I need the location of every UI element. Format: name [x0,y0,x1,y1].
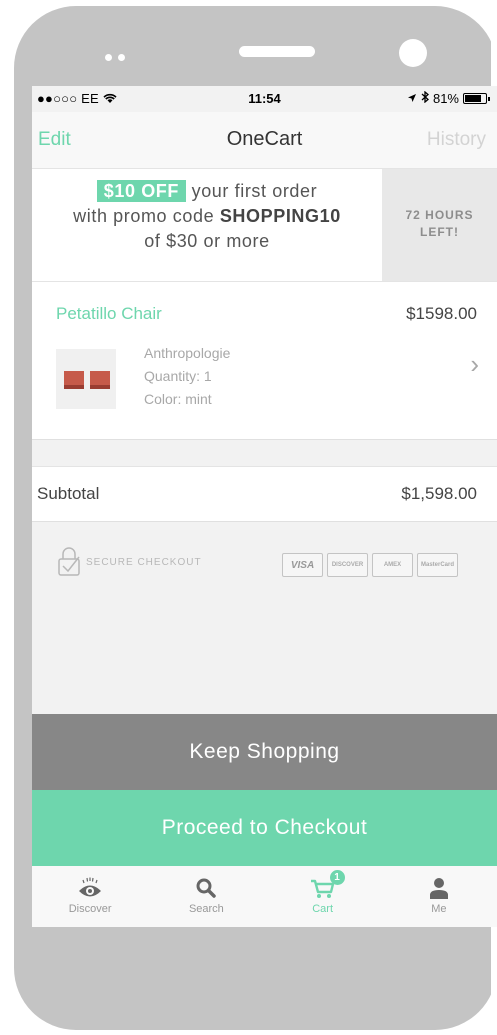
eye-icon [32,876,148,900]
promo-text: $10 OFF your first order with promo code… [73,180,341,251]
item-details: Anthropologie Quantity: 1 Color: mint [144,342,230,411]
cart-icon [265,876,381,900]
promo-banner: $10 OFF your first order with promo code… [32,168,497,282]
earpiece-speaker [239,46,315,57]
payment-cards: VISA DISCOVER AMEX MasterCard [282,553,458,577]
promo-timer: 72 HOURS LEFT! [382,169,497,281]
discount-badge: $10 OFF [96,180,186,202]
status-bar: ●●○○○ EE 11:54 81% [32,86,497,112]
tab-search[interactable]: Search [148,866,264,927]
tab-bar: Discover Search Cart 1 Me [32,866,497,927]
subtotal-value: $1,598.00 [401,484,477,503]
item-price: $1598.00 [406,304,477,323]
visa-card-icon: VISA [282,553,323,577]
mastercard-card-icon: MasterCard [417,553,458,577]
nav-bar: Edit OneCart History [32,112,497,168]
discover-card-icon: DISCOVER [327,553,368,577]
subtotal-row: Subtotal $1,598.00 [32,466,497,522]
amex-card-icon: AMEX [372,553,413,577]
battery-percent: 81% [432,91,459,106]
item-name[interactable]: Petatillo Chair [56,304,162,324]
promo-code: SHOPPING10 [219,206,341,226]
tab-label: Search [188,903,224,915]
person-icon [381,876,497,900]
battery-icon [463,93,490,104]
tab-me[interactable]: Me [381,866,497,927]
tab-label: Cart [312,903,334,915]
app-screen: ●●○○○ EE 11:54 81% Edit OneCart History … [32,86,497,927]
location-arrow-icon [407,91,417,106]
item-thumbnail [56,349,116,409]
secure-checkout-label: SECURE CHECKOUT [86,557,202,568]
cart-count-badge: 1 [329,870,345,885]
tab-label: Me [431,903,447,915]
front-camera [399,39,427,67]
chevron-right-icon[interactable]: › [470,349,479,380]
bluetooth-icon [421,90,429,106]
keep-shopping-button[interactable]: Keep Shopping [32,714,497,790]
padlock-icon [58,546,80,579]
tab-cart[interactable]: Cart 1 [265,866,381,927]
search-icon [148,876,264,900]
tab-label: Discover [68,903,112,915]
tab-discover[interactable]: Discover [32,866,148,927]
subtotal-label: Subtotal [37,484,100,503]
item-store: Anthropologie [144,345,231,361]
proceed-to-checkout-button[interactable]: Proceed to Checkout [32,790,497,866]
item-quantity: Quantity: 1 [144,368,212,384]
item-color: Color: mint [144,391,212,407]
cart-item[interactable]: Petatillo Chair $1598.00 Anthropologie Q… [32,282,497,440]
sensor-dots [105,54,125,61]
history-button[interactable]: History [427,129,486,151]
secure-checkout: SECURE CHECKOUT [58,546,202,579]
